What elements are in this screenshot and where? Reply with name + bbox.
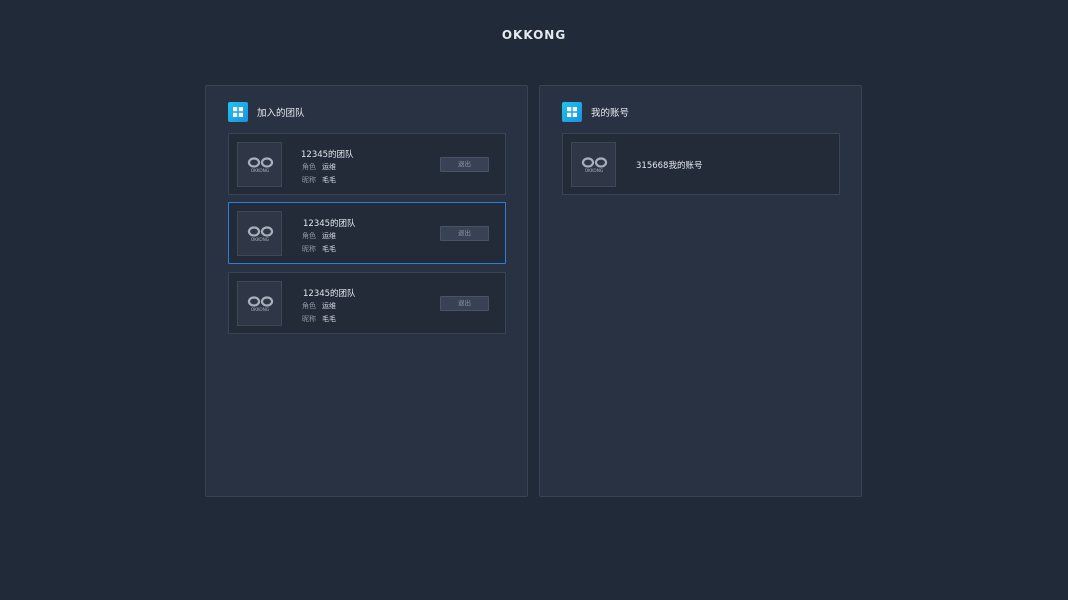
role-value: 运维 [322, 163, 336, 171]
panel-header: 我的账号 [562, 102, 629, 122]
team-logo-text: OKKONG [250, 168, 268, 173]
team-role-row: 角色 运维 [302, 301, 336, 311]
team-logo-icon: OKKONG [237, 211, 282, 256]
my-account-panel: 我的账号 OKKONG 315668我的账号 [539, 85, 862, 497]
nick-value: 毛毛 [322, 245, 336, 253]
team-name: 12345的团队 [303, 289, 356, 299]
exit-team-button[interactable]: 退出 [440, 296, 489, 311]
team-role-row: 角色 运维 [302, 231, 336, 241]
panel-title: 我的账号 [591, 108, 630, 119]
account-card[interactable]: OKKONG 315668我的账号 [562, 133, 840, 195]
team-nick-row: 昵称 毛毛 [302, 175, 336, 185]
brand-logo-text: OKKONG [501, 28, 567, 42]
team-nick-row: 昵称 毛毛 [302, 314, 336, 324]
team-card[interactable]: OKKONG 12345的团队 角色 运维 昵称 毛毛 退出 [228, 133, 506, 195]
exit-team-button[interactable]: 退出 [440, 226, 489, 241]
team-nick-row: 昵称 毛毛 [302, 244, 336, 254]
nick-label: 昵称 [302, 176, 316, 184]
joined-teams-panel: 加入的团队 OKKONG 12345的团队 角色 运维 昵称 毛毛 退出 OKKON… [205, 85, 528, 497]
role-label: 角色 [302, 232, 316, 240]
role-value: 运维 [322, 302, 336, 310]
team-card[interactable]: OKKONG 12345的团队 角色 运维 昵称 毛毛 退出 [228, 272, 506, 334]
role-label: 角色 [302, 302, 316, 310]
team-name: 12345的团队 [303, 219, 356, 229]
team-card[interactable]: OKKONG 12345的团队 角色 运维 昵称 毛毛 退出 [228, 202, 506, 264]
role-label: 角色 [302, 163, 316, 171]
panel-title: 加入的团队 [257, 108, 305, 119]
exit-team-button[interactable]: 退出 [440, 157, 489, 172]
role-value: 运维 [322, 232, 336, 240]
team-name: 12345的团队 [301, 150, 354, 160]
team-logo-text: OKKONG [250, 237, 268, 242]
nick-value: 毛毛 [322, 176, 336, 184]
account-name: 315668我的账号 [636, 161, 703, 171]
team-logo-icon: OKKONG [237, 281, 282, 326]
grid-icon [228, 102, 248, 122]
account-logo-icon: OKKONG [571, 142, 616, 187]
nick-label: 昵称 [302, 245, 316, 253]
account-logo-text: OKKONG [584, 168, 602, 173]
team-role-row: 角色 运维 [302, 162, 336, 172]
team-logo-icon: OKKONG [237, 142, 282, 187]
panel-header: 加入的团队 [228, 102, 305, 122]
grid-icon [562, 102, 582, 122]
nick-label: 昵称 [302, 315, 316, 323]
nick-value: 毛毛 [322, 315, 336, 323]
team-logo-text: OKKONG [250, 307, 268, 312]
